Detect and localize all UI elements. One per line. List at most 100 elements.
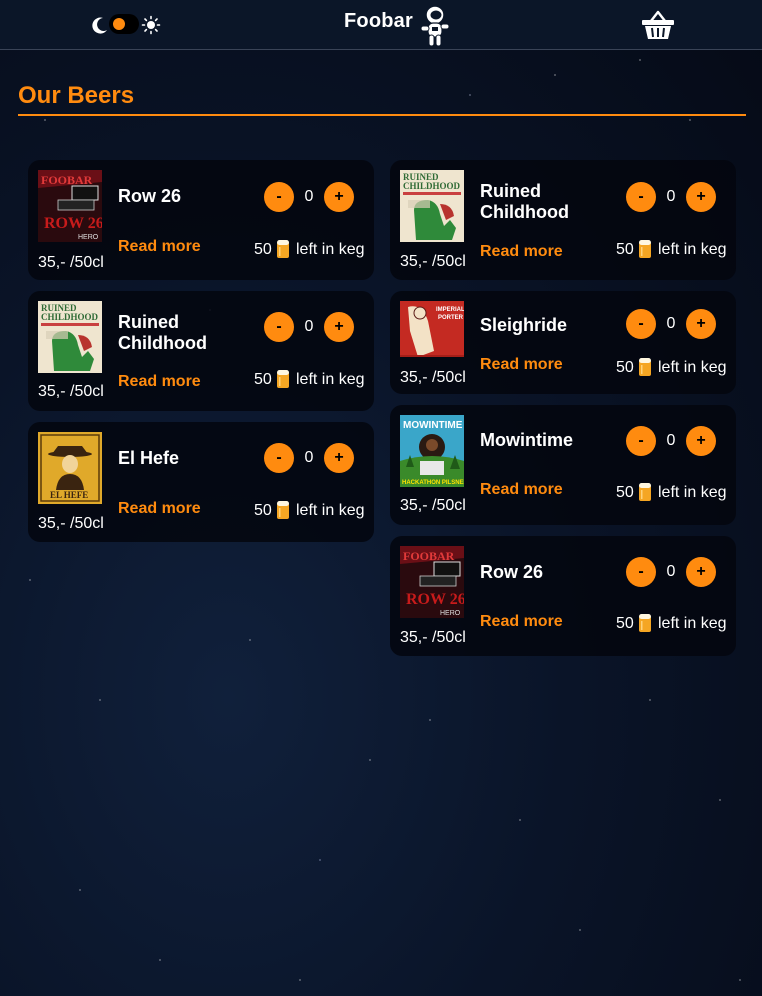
read-more-link[interactable]: Read more [480, 243, 563, 261]
beer-mug-icon [277, 240, 289, 258]
beer-card: FOOBAR ROW 26 HERO 35,- /50cl Row 26 Rea… [390, 536, 736, 656]
beer-column-left: FOOBAR ROW 26 HERO 35,- /50cl Row 26 Rea… [28, 160, 374, 553]
increase-button[interactable]: + [686, 557, 716, 587]
read-more-link[interactable]: Read more [118, 238, 201, 256]
sleighride-label-art: IMPERIAL PORTER SLEIGHRIDE [400, 301, 464, 357]
increase-button[interactable]: + [324, 443, 354, 473]
keg-stock: 50 left in keg [254, 500, 374, 522]
beer-price: 35,- /50cl [38, 515, 104, 532]
decrease-button[interactable]: - [626, 426, 656, 456]
quantity-value: 0 [666, 563, 676, 580]
keg-count: 50 [616, 484, 634, 501]
toggle-switch[interactable] [109, 14, 139, 34]
quantity-stepper: - 0 + [626, 309, 718, 339]
quantity-stepper: - 0 + [264, 443, 356, 473]
beer-price: 35,- /50cl [400, 253, 466, 270]
beer-label-image[interactable]: RUINED CHILDHOOD [400, 170, 464, 242]
keg-label: left in keg [296, 371, 365, 388]
keg-label: left in keg [296, 241, 365, 258]
beer-name: Ruined Childhood [480, 181, 569, 222]
beer-card: RUINED CHILDHOOD 35,- /50cl Ruined Child… [28, 291, 374, 411]
keg-count: 50 [254, 241, 272, 258]
beer-mug-icon [639, 614, 651, 632]
brand-name: Foobar [344, 10, 413, 32]
keg-count: 50 [254, 371, 272, 388]
keg-stock: 50 left in keg [254, 239, 374, 261]
increase-button[interactable]: + [324, 182, 354, 212]
beer-label-image[interactable]: FOOBAR ROW 26 HERO [38, 170, 102, 242]
row26-label-art: FOOBAR ROW 26 HERO [38, 170, 102, 242]
quantity-stepper: - 0 + [626, 182, 718, 212]
beer-label-image[interactable]: RUINED CHILDHOOD [38, 301, 102, 373]
quantity-value: 0 [666, 188, 676, 205]
quantity-value: 0 [666, 315, 676, 332]
beer-name: Row 26 [118, 186, 182, 206]
beer-label-image[interactable]: IMPERIAL PORTER SLEIGHRIDE [400, 301, 464, 357]
section-title: Our Beers [18, 82, 135, 109]
beer-mug-icon [639, 483, 651, 501]
beer-mug-icon [277, 501, 289, 519]
ruined-childhood-label-art: RUINED CHILDHOOD [400, 170, 464, 242]
svg-text:CHILDHOOD: CHILDHOOD [403, 181, 461, 191]
beer-card: RUINED CHILDHOOD 35,- /50cl Ruined Child… [390, 160, 736, 280]
quantity-stepper: - 0 + [626, 557, 718, 587]
increase-button[interactable]: + [686, 182, 716, 212]
basket-icon [642, 10, 674, 39]
decrease-button[interactable]: - [264, 182, 294, 212]
beer-mug-icon [277, 370, 289, 388]
quantity-value: 0 [666, 432, 676, 449]
keg-stock: 50 left in keg [254, 369, 374, 391]
quantity-value: 0 [304, 318, 314, 335]
el-hefe-label-art: EL HEFE [38, 432, 102, 504]
decrease-button[interactable]: - [626, 182, 656, 212]
keg-count: 50 [616, 241, 634, 258]
read-more-link[interactable]: Read more [118, 500, 201, 518]
keg-label: left in keg [658, 615, 727, 632]
svg-text:HERO: HERO [440, 610, 461, 617]
astronaut-icon [420, 5, 450, 47]
svg-text:PORTER: PORTER [438, 315, 464, 321]
decrease-button[interactable]: - [626, 557, 656, 587]
ruined-childhood-label-art: RUINED CHILDHOOD [38, 301, 102, 373]
increase-button[interactable]: + [324, 312, 354, 342]
svg-text:EL HEFE: EL HEFE [50, 490, 88, 500]
moon-icon [92, 17, 107, 34]
read-more-link[interactable]: Read more [480, 613, 563, 631]
svg-text:ROW 26: ROW 26 [44, 215, 102, 232]
basket-button[interactable] [640, 9, 676, 41]
top-bar: Foobar [0, 0, 762, 50]
keg-label: left in keg [296, 502, 365, 519]
beer-name: Mowintime [480, 430, 573, 450]
decrease-button[interactable]: - [264, 312, 294, 342]
quantity-stepper: - 0 + [626, 426, 718, 456]
sun-icon [141, 15, 161, 35]
increase-button[interactable]: + [686, 309, 716, 339]
beer-label-image[interactable]: MOWINTIME HACKATHON PILSNER [400, 415, 464, 487]
keg-label: left in keg [658, 241, 727, 258]
section-divider [18, 114, 746, 116]
beer-label-image[interactable]: EL HEFE [38, 432, 102, 504]
beer-name: Sleighride [480, 315, 568, 335]
svg-text:ROW 26: ROW 26 [406, 591, 464, 608]
toggle-knob[interactable] [113, 18, 125, 30]
increase-button[interactable]: + [686, 426, 716, 456]
decrease-button[interactable]: - [264, 443, 294, 473]
svg-text:CHILDHOOD: CHILDHOOD [41, 312, 99, 322]
read-more-link[interactable]: Read more [118, 373, 201, 391]
decrease-button[interactable]: - [626, 309, 656, 339]
quantity-value: 0 [304, 449, 314, 466]
brand-logo[interactable]: Foobar [344, 4, 454, 48]
beer-name: Ruined Childhood [118, 312, 207, 353]
keg-count: 50 [254, 502, 272, 519]
read-more-link[interactable]: Read more [480, 481, 563, 499]
read-more-link[interactable]: Read more [480, 356, 563, 374]
mowintime-label-art: MOWINTIME HACKATHON PILSNER [400, 415, 464, 487]
svg-text:FOOBAR: FOOBAR [41, 173, 93, 187]
keg-stock: 50 left in keg [616, 239, 736, 261]
beer-price: 35,- /50cl [38, 254, 104, 271]
theme-toggle[interactable] [90, 13, 164, 37]
beer-name: El Hefe [118, 448, 180, 468]
quantity-stepper: - 0 + [264, 182, 356, 212]
beer-label-image[interactable]: FOOBAR ROW 26 HERO [400, 546, 464, 618]
keg-stock: 50 left in keg [616, 613, 736, 635]
